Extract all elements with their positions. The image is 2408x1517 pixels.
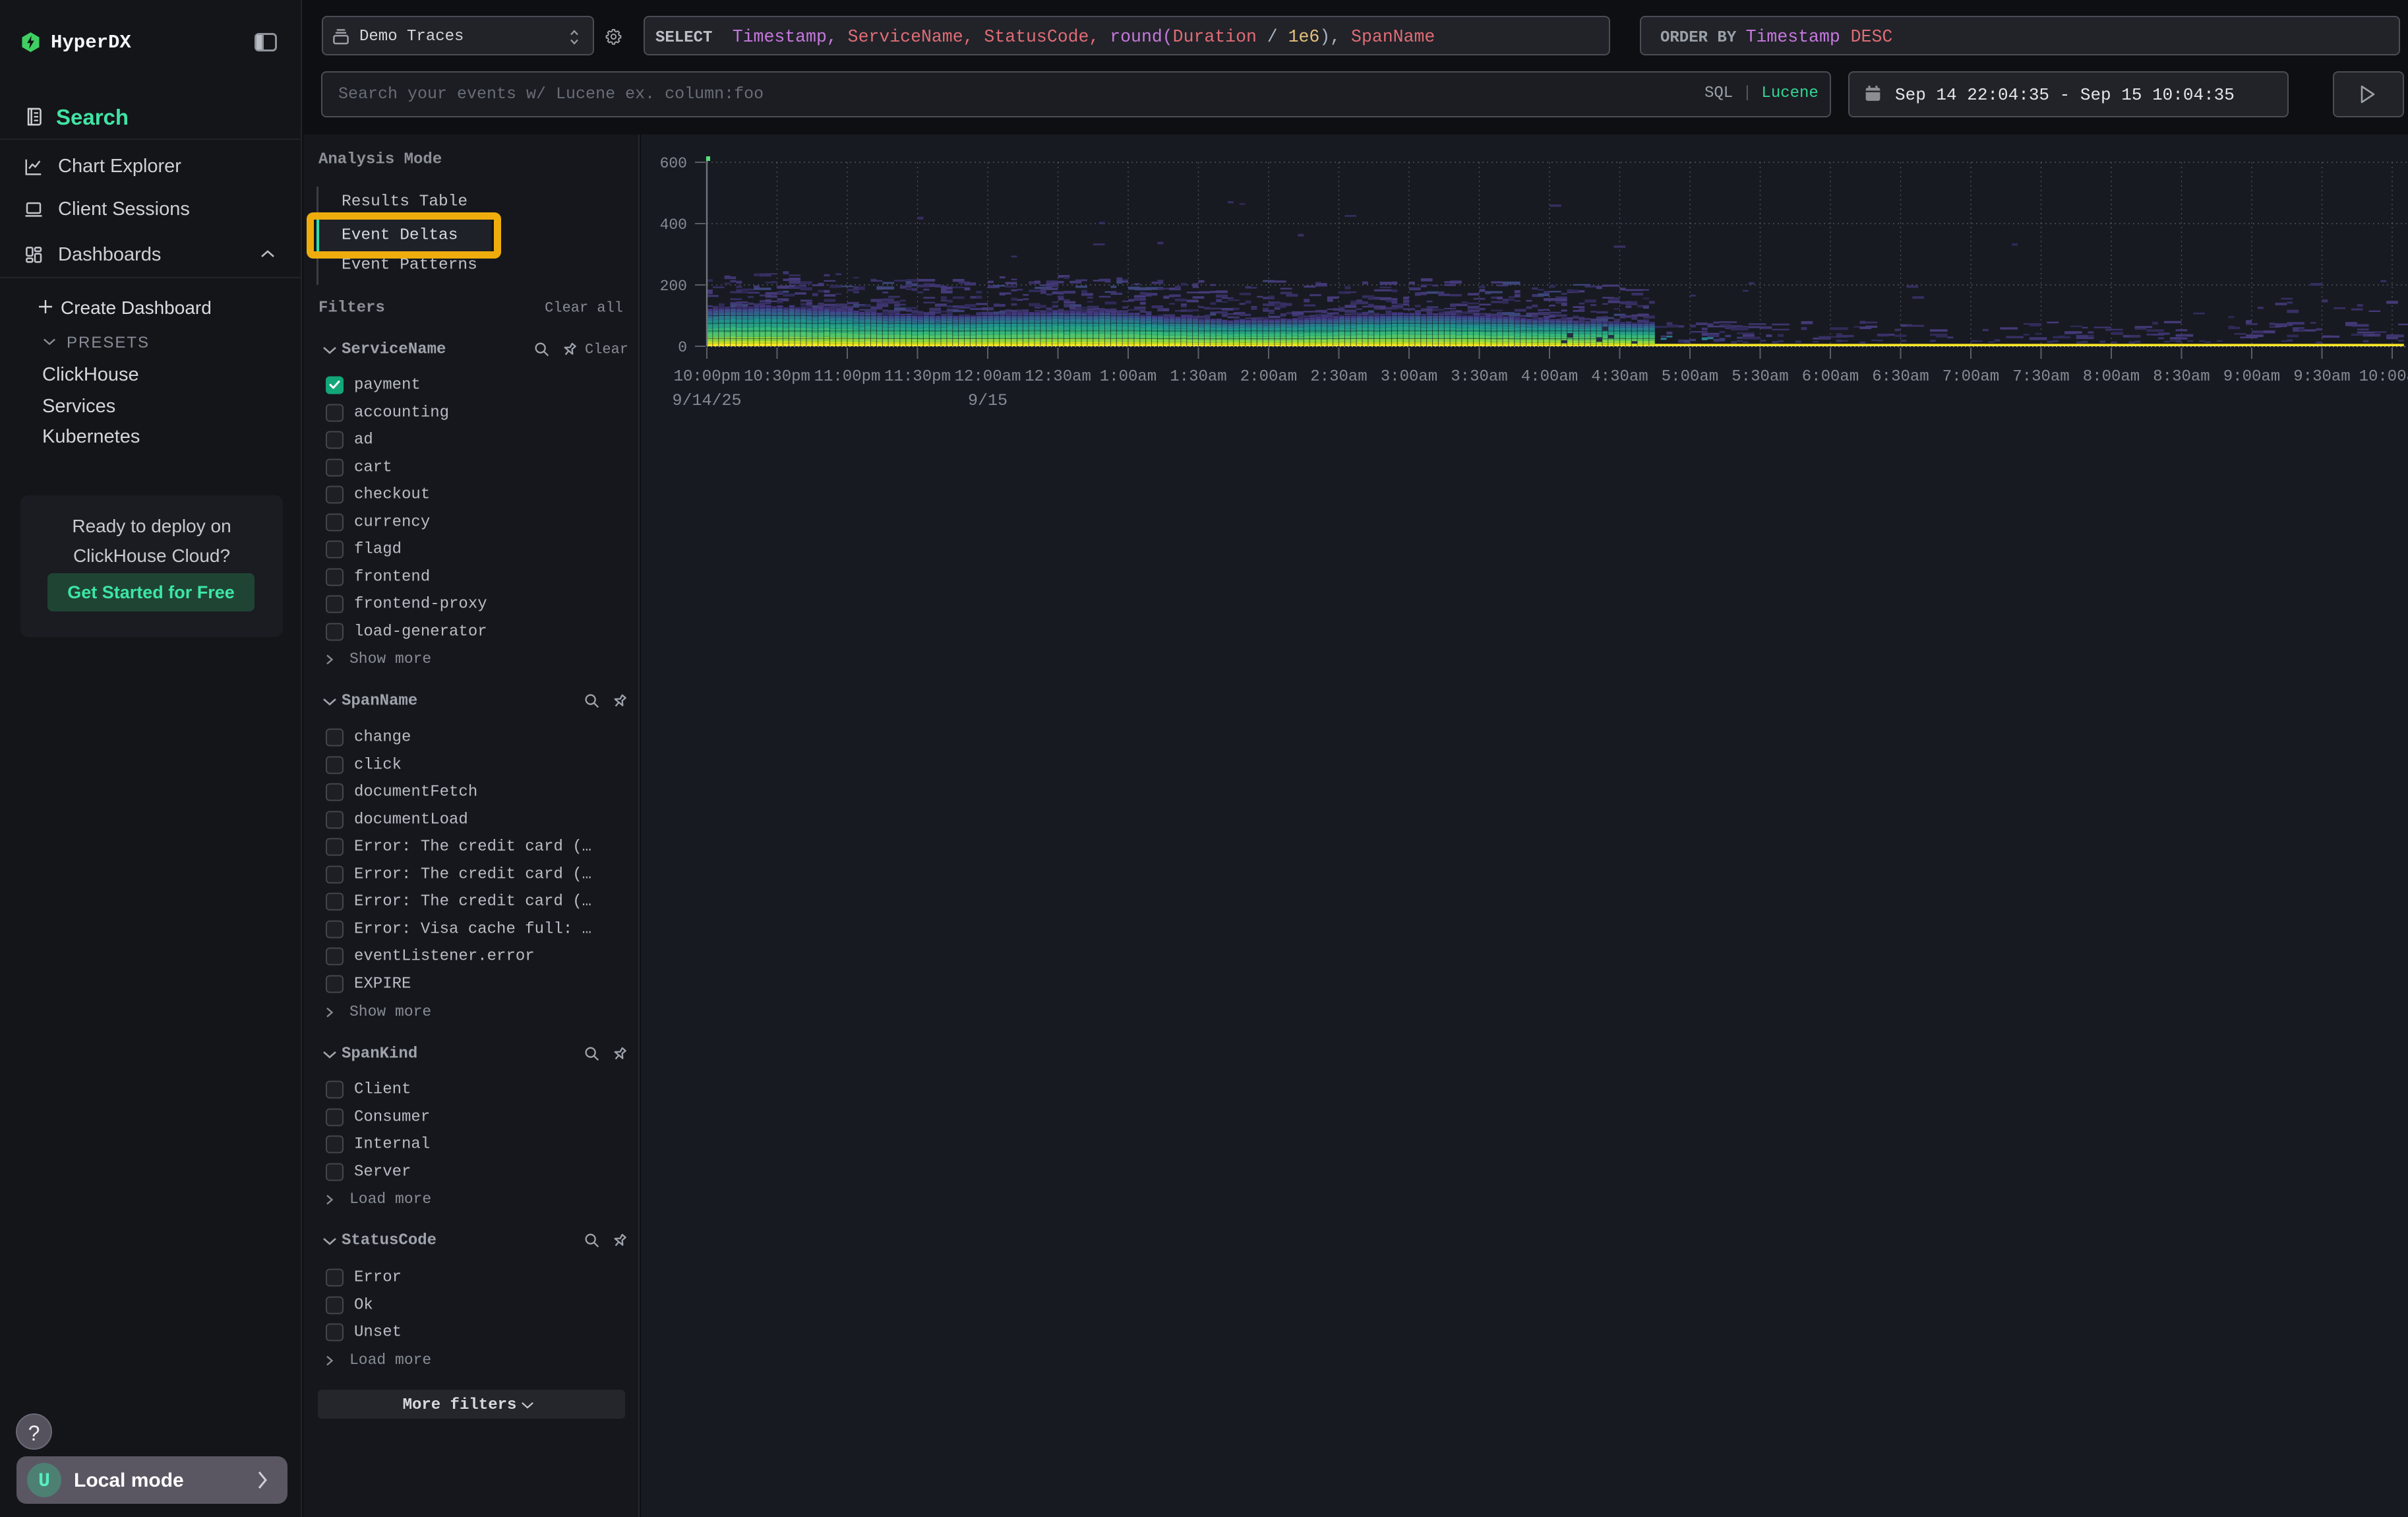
svg-text:7:30am: 7:30am xyxy=(2012,368,2069,386)
svg-text:6:30am: 6:30am xyxy=(1872,368,1929,386)
svg-text:9/14/25: 9/14/25 xyxy=(672,391,741,410)
svg-text:10:30pm: 10:30pm xyxy=(744,368,810,386)
svg-text:10:00pm: 10:00pm xyxy=(674,368,740,386)
svg-text:8:00am: 8:00am xyxy=(2083,368,2140,386)
svg-text:9:00am: 9:00am xyxy=(2223,368,2280,386)
svg-text:0: 0 xyxy=(678,339,687,356)
svg-text:2:30am: 2:30am xyxy=(1310,368,1367,386)
svg-text:5:00am: 5:00am xyxy=(1662,368,1718,386)
svg-text:2:00am: 2:00am xyxy=(1240,368,1297,386)
svg-text:9:30am: 9:30am xyxy=(2293,368,2350,386)
svg-text:5:30am: 5:30am xyxy=(1731,368,1788,386)
svg-text:7:00am: 7:00am xyxy=(1942,368,1999,386)
svg-text:11:30pm: 11:30pm xyxy=(884,368,951,386)
svg-text:1:30am: 1:30am xyxy=(1170,368,1226,386)
svg-text:4:00am: 4:00am xyxy=(1521,368,1578,386)
svg-text:10:00am: 10:00am xyxy=(2359,368,2408,386)
svg-text:600: 600 xyxy=(660,155,687,172)
svg-text:12:30am: 12:30am xyxy=(1025,368,1091,386)
svg-text:12:00am: 12:00am xyxy=(955,368,1021,386)
svg-text:3:30am: 3:30am xyxy=(1451,368,1507,386)
svg-text:8:30am: 8:30am xyxy=(2153,368,2210,386)
svg-text:3:00am: 3:00am xyxy=(1381,368,1437,386)
svg-text:11:00pm: 11:00pm xyxy=(814,368,881,386)
svg-text:400: 400 xyxy=(660,216,687,233)
svg-text:200: 200 xyxy=(660,278,687,295)
svg-text:1:00am: 1:00am xyxy=(1100,368,1157,386)
svg-text:4:30am: 4:30am xyxy=(1591,368,1648,386)
svg-text:9/15: 9/15 xyxy=(968,391,1008,410)
svg-text:6:00am: 6:00am xyxy=(1802,368,1859,386)
